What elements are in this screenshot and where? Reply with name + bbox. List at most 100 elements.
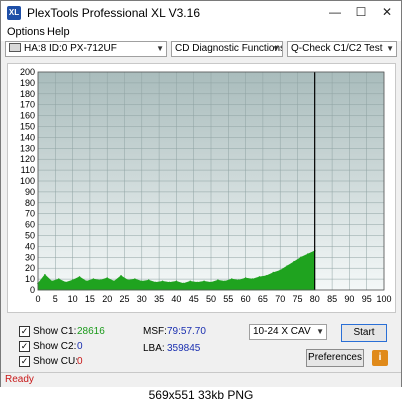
drive-icon (9, 42, 21, 52)
drive-select-value: HA:8 ID:0 PX-712UF (24, 43, 117, 54)
c1-data-point (196, 281, 198, 284)
c1-data-point (147, 279, 150, 281)
c1-data-point (141, 280, 143, 283)
x-tick-label: 0 (35, 294, 40, 304)
y-tick-label: 80 (25, 198, 35, 208)
y-tick-label: 140 (20, 132, 35, 142)
y-tick-label: 90 (25, 187, 35, 197)
x-tick-label: 60 (241, 294, 251, 304)
c1-data-point (78, 276, 81, 278)
c1-data-point (154, 281, 157, 284)
app-window: XL PlexTools Professional XL V3.16 — ☐ ✕… (0, 0, 402, 387)
y-tick-label: 150 (20, 122, 35, 132)
c1-data-point (71, 279, 74, 281)
menu-options[interactable]: Options (7, 26, 45, 38)
c1-data-point (189, 280, 192, 283)
c1-data-point (51, 280, 53, 283)
c1c2-chart: 0 10 20 30 40 50 60 70 80 90 100 110 120 130 140 150 160… (7, 63, 396, 313)
c1-data-point (224, 280, 226, 283)
show-cu-label: Show CU: (33, 356, 79, 367)
c1-data-point (127, 279, 129, 281)
x-tick-label: 55 (223, 294, 233, 304)
status-bar: Ready (1, 372, 401, 387)
y-tick-label: 180 (20, 89, 35, 99)
c1-data-point (92, 278, 95, 280)
info-button[interactable]: i (372, 350, 388, 366)
msf-label: MSF: (143, 326, 167, 337)
toolbar: HA:8 ID:0 PX-712UF ▼ CD Diagnostic Funct… (1, 41, 401, 59)
c1-data-point (272, 271, 275, 274)
lba-label: LBA: (143, 343, 165, 354)
test-select[interactable]: Q-Check C1/C2 Test ▼ (287, 41, 397, 57)
c1-data-point (57, 278, 60, 280)
preferences-button[interactable]: Preferences (306, 349, 364, 367)
y-tick-label: 30 (25, 252, 35, 262)
show-c1-label: Show C1: (33, 326, 77, 337)
cu-value: 0 (77, 356, 83, 367)
c1-data-point (64, 281, 67, 284)
y-tick-label: 20 (25, 263, 35, 273)
c1-data-point (44, 273, 46, 276)
window-title: PlexTools Professional XL V3.16 (27, 6, 200, 20)
function-select[interactable]: CD Diagnostic Functions ▼ (171, 41, 283, 57)
c1-data-point (300, 256, 302, 259)
x-tick-label: 100 (376, 294, 391, 304)
c1-data-point (307, 253, 309, 255)
x-tick-label: 70 (275, 294, 285, 304)
chart-svg: 0102030405060708090100110120130140150160… (20, 67, 392, 304)
maximize-button[interactable]: ☐ (349, 1, 373, 25)
c1-data-point (175, 280, 178, 283)
x-tick-label: 25 (119, 294, 129, 304)
results-panel: ✓ Show C1: 28616 ✓ Show C2: 0 ✓ Show CU:… (1, 317, 401, 371)
c1-data-point (265, 275, 268, 277)
c1-data-point (120, 275, 122, 277)
minimize-button[interactable]: — (323, 1, 347, 25)
speed-select-value: 10-24 X CAV (253, 326, 311, 337)
y-tick-label: 60 (25, 220, 35, 230)
x-tick-label: 15 (85, 294, 95, 304)
function-select-value: CD Diagnostic Functions (175, 43, 283, 54)
c1-data-point (85, 280, 88, 283)
y-tick-label: 40 (25, 241, 35, 251)
x-tick-label: 10 (68, 294, 78, 304)
c1-data-point (203, 280, 205, 283)
c1-data-point (168, 281, 171, 284)
status-text: Ready (5, 374, 34, 385)
start-button[interactable]: Start (341, 324, 387, 342)
x-tick-label: 30 (137, 294, 147, 304)
x-tick-label: 5 (53, 294, 58, 304)
y-tick-label: 120 (20, 154, 35, 164)
drive-select[interactable]: HA:8 ID:0 PX-712UF ▼ (5, 41, 167, 57)
c1-data-point (244, 277, 247, 279)
c1-data-point (237, 279, 240, 281)
menu-help[interactable]: Help (47, 26, 70, 38)
show-cu-checkbox[interactable]: ✓ (19, 356, 30, 367)
c1-data-point (230, 278, 233, 280)
show-c2-checkbox[interactable]: ✓ (19, 341, 30, 352)
x-tick-label: 40 (171, 294, 181, 304)
title-bar: XL PlexTools Professional XL V3.16 — ☐ ✕ (1, 1, 401, 25)
chevron-down-icon: ▼ (316, 327, 324, 336)
menu-bar: Options Help (1, 25, 401, 41)
y-tick-label: 190 (20, 78, 35, 88)
show-c1-checkbox[interactable]: ✓ (19, 326, 30, 337)
x-tick-label: 35 (154, 294, 164, 304)
y-tick-label: 100 (20, 176, 35, 186)
msf-value: 79:57.70 (167, 326, 206, 337)
y-tick-label: 160 (20, 111, 35, 121)
c1-data-point (134, 278, 136, 280)
lba-value: 359845 (167, 343, 201, 354)
x-tick-label: 85 (327, 294, 337, 304)
c1-data-point (251, 278, 254, 280)
x-tick-label: 45 (189, 294, 199, 304)
chevron-down-icon: ▼ (386, 44, 394, 53)
app-icon: XL (7, 6, 21, 20)
test-select-value: Q-Check C1/C2 Test (291, 43, 383, 54)
c2-value: 0 (77, 341, 83, 352)
close-button[interactable]: ✕ (375, 1, 399, 25)
show-c2-label: Show C2: (33, 341, 77, 352)
y-tick-label: 50 (25, 231, 35, 241)
c1-data-point (106, 277, 108, 279)
speed-select[interactable]: 10-24 X CAV ▼ (249, 324, 327, 340)
y-tick-label: 200 (20, 67, 35, 77)
